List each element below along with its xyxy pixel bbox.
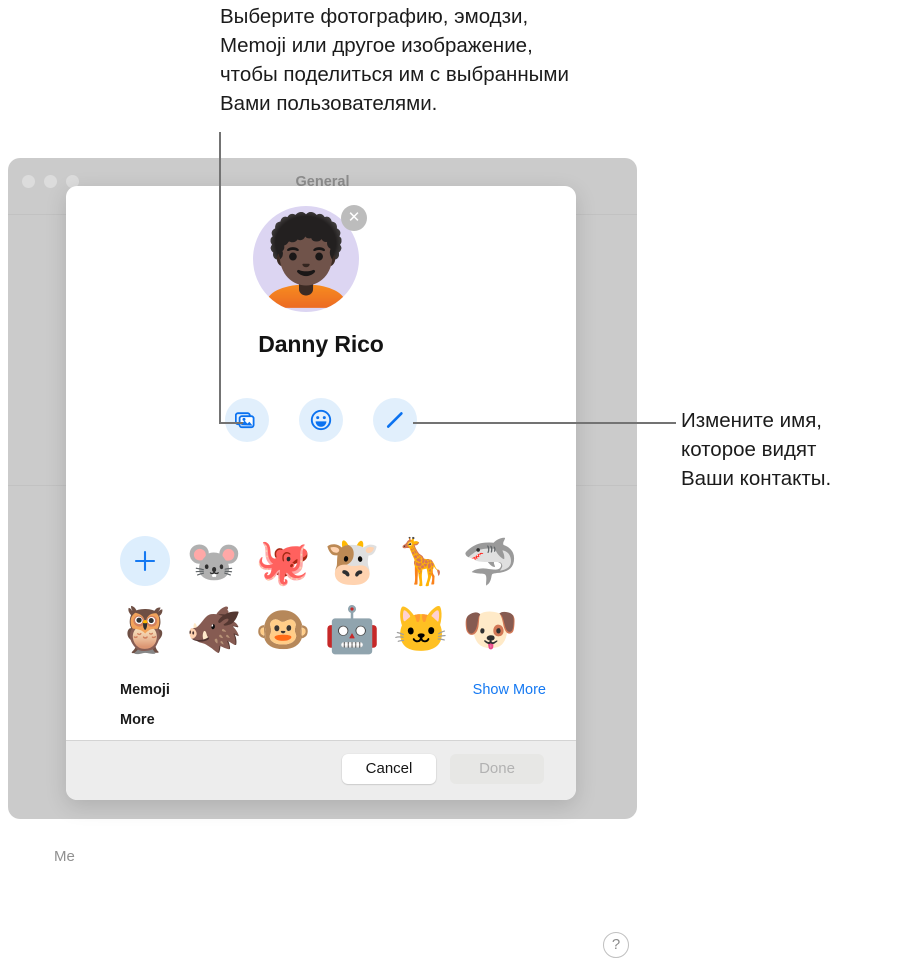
action-button-row [66, 398, 576, 442]
memoji-option-octopus[interactable]: 🐙 [255, 536, 311, 586]
callout-leader-line-left-hook [219, 422, 243, 424]
memoji-option-giraffe[interactable]: 🦒 [393, 536, 449, 586]
sheet-footer: Cancel Done [66, 740, 576, 800]
memoji-avatar-image: 🧑🏿‍🦱 [253, 213, 359, 310]
section-header-memoji: Memoji [120, 682, 170, 698]
profile-picture-sheet: 🧑🏿‍🦱 ✕ Danny Rico [66, 186, 576, 800]
memoji-option-owl[interactable]: 🦉 [117, 604, 173, 654]
memoji-option-robot[interactable]: 🤖 [324, 604, 380, 654]
cancel-button[interactable]: Cancel [342, 754, 436, 784]
callout-text-photo: Выберите фотографию, эмодзи, Memoji или … [220, 5, 569, 115]
memoji-grid: 🐭 🐙 🐮 🦒 🦈 🦉 🐗 🐵 🤖 🐱 🐶 [117, 536, 532, 672]
memoji-option-shark[interactable]: 🦈 [462, 536, 518, 586]
edit-name-button[interactable] [373, 398, 417, 442]
done-button: Done [450, 754, 544, 784]
plus-icon [134, 550, 156, 572]
memoji-option-cat[interactable]: 🐱 [393, 604, 449, 654]
photos-icon [235, 410, 259, 430]
callout-leader-line-left [219, 132, 221, 424]
help-button[interactable]: ? [603, 932, 629, 958]
close-icon[interactable]: ✕ [341, 205, 367, 231]
show-more-link[interactable]: Show More [473, 682, 546, 698]
memoji-option-monkey[interactable]: 🐵 [255, 604, 311, 654]
profile-name: Danny Rico [258, 331, 384, 357]
background-partial-label: Me [54, 848, 75, 865]
memoji-option-cow[interactable]: 🐮 [324, 536, 380, 586]
callout-leader-line-right [413, 422, 676, 424]
pencil-icon [383, 408, 407, 432]
emoji-button[interactable] [299, 398, 343, 442]
memoji-row: 🐭 🐙 🐮 🦒 🦈 [120, 536, 532, 586]
callout-text-name: Измените имя, которое видят Ваши контакт… [681, 409, 832, 490]
memoji-row: 🦉 🐗 🐵 🤖 🐱 🐶 [117, 604, 532, 654]
memoji-option-boar[interactable]: 🐗 [186, 604, 242, 654]
photos-button[interactable] [225, 398, 269, 442]
smiley-icon [309, 408, 333, 432]
memoji-option-dog[interactable]: 🐶 [462, 604, 518, 654]
section-header-more: More [120, 712, 155, 728]
avatar[interactable]: 🧑🏿‍🦱 ✕ [253, 205, 367, 312]
memoji-option-mouse[interactable]: 🐭 [186, 536, 242, 586]
new-memoji-button[interactable] [120, 536, 170, 586]
